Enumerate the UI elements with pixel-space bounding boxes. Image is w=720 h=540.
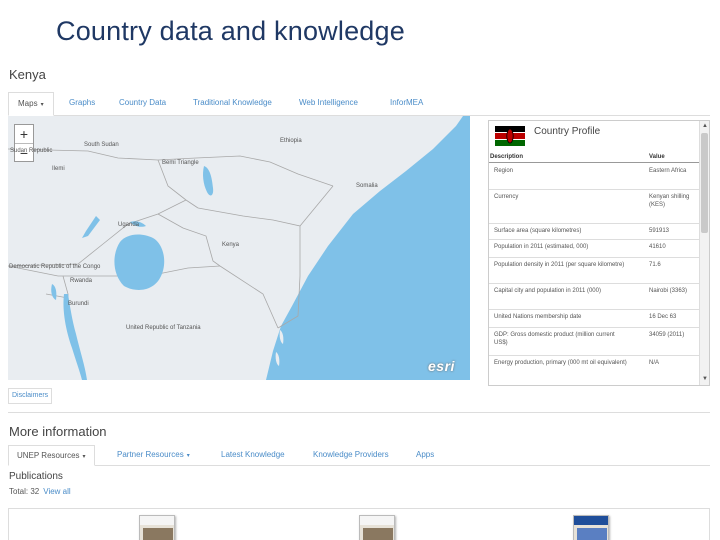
more-info-tabs: UNEP Resources ▾ Partner Resources ▾ Lates…	[8, 445, 710, 466]
lake-albert	[82, 216, 100, 238]
profile-column-headers: Description Value	[489, 153, 699, 163]
disclaimers-link[interactable]: Disclaimers	[8, 388, 53, 404]
country-title: Kenya	[9, 67, 46, 82]
tab-unep-resources[interactable]: UNEP Resources ▾	[8, 445, 95, 466]
profile-header: Country Profile	[489, 121, 699, 151]
chevron-down-icon: ▾	[82, 454, 86, 460]
map-label-south-sudan: South Sudan	[84, 142, 119, 148]
country-tabs: Maps ▾ Graphs Country Data Traditional Kn…	[8, 92, 710, 116]
profile-row-description: Capital city and population in 2011 (000…	[494, 288, 601, 294]
more-information-heading: More information	[9, 424, 107, 439]
profile-row: Population density in 2011 (per square k…	[489, 258, 699, 284]
map-label-burundi: Burundi	[68, 301, 89, 307]
tab-knowledge-providers[interactable]: Knowledge Providers	[313, 445, 389, 466]
publications-total: Total: 32 View all	[9, 487, 71, 496]
chevron-down-icon: ▾	[40, 102, 44, 108]
profile-row-value: 41610	[649, 244, 666, 250]
tab-unep-resources-label: UNEP Resources	[17, 451, 80, 460]
scroll-up-icon[interactable]: ▲	[701, 122, 709, 130]
profile-row-description: Energy production, primary (000 mt oil e…	[494, 360, 627, 366]
lake-victoria	[114, 234, 165, 290]
map-zoom-control: + −	[14, 124, 34, 162]
country-borders	[8, 148, 334, 331]
profile-row-value: 71.6	[649, 262, 661, 268]
publication-thumbnail[interactable]	[573, 515, 609, 540]
profile-row-value: 34059 (2011)	[649, 332, 685, 338]
tab-apps[interactable]: Apps	[416, 445, 434, 466]
kenya-flag-icon	[495, 126, 525, 146]
view-all-link[interactable]: View all	[43, 487, 70, 496]
scroll-down-icon[interactable]: ▼	[701, 375, 709, 383]
publication-thumbnail[interactable]	[359, 515, 395, 540]
map-label-kenya: Kenya	[222, 242, 240, 248]
country-profile-panel: Country Profile Description Value Region…	[488, 120, 710, 386]
scroll-thumb[interactable]	[701, 133, 708, 233]
tab-partner-resources-label: Partner Resources	[117, 450, 184, 459]
tab-maps[interactable]: Maps ▾	[8, 92, 54, 116]
map-label-rwanda: Rwanda	[70, 278, 93, 284]
profile-title: Country Profile	[534, 126, 601, 137]
section-divider	[8, 412, 710, 413]
profile-row-description: Population in 2011 (estimated, 000)	[494, 244, 589, 250]
tab-latest-knowledge[interactable]: Latest Knowledge	[221, 445, 285, 466]
col-description-header: Description	[490, 154, 524, 160]
tab-country-data[interactable]: Country Data	[119, 92, 166, 116]
indian-ocean	[266, 116, 470, 380]
map-label-drc: Democratic Republic of the Congo	[9, 264, 101, 270]
map-label-uganda: Uganda	[118, 222, 140, 228]
profile-row: Capital city and population in 2011 (000…	[489, 284, 699, 310]
profile-row-value: 591913	[649, 228, 670, 234]
publications-heading: Publications	[9, 471, 63, 482]
profile-row-value: Eastern Africa	[649, 168, 687, 174]
profile-row-description: Population density in 2011 (per square k…	[494, 262, 625, 268]
profile-row-value: 16 Dec 63	[649, 314, 677, 320]
esri-logo: esri	[428, 358, 455, 374]
zoom-in-button[interactable]: +	[15, 125, 33, 143]
map-label-bemi-triangle: Bemi Triangle	[162, 160, 199, 166]
map-canvas	[8, 116, 470, 380]
profile-row-description: GDP: Gross domestic product (million cur…	[494, 332, 615, 346]
map-label-somalia: Somalia	[356, 183, 378, 189]
profile-row: United Nations membership date 16 Dec 63	[489, 310, 699, 328]
map-label-ethiopia: Ethiopia	[280, 138, 302, 144]
profile-row: Region Eastern Africa	[489, 164, 699, 190]
profile-row-value: Kenyan shilling (KES)	[649, 194, 690, 208]
profile-row-value: N/A	[649, 360, 660, 366]
chevron-down-icon: ▾	[186, 453, 190, 459]
profile-row: Currency Kenyan shilling (KES)	[489, 190, 699, 224]
map-label-ilemi: Ilemi	[52, 166, 65, 172]
tab-maps-label: Maps	[18, 99, 38, 108]
profile-row-description: Currency	[494, 194, 519, 200]
publications-card-strip	[8, 508, 710, 540]
profile-row: Population in 2011 (estimated, 000) 4161…	[489, 240, 699, 258]
profile-row-description: Region	[494, 168, 514, 174]
profile-row-description: United Nations membership date	[494, 314, 582, 320]
tab-partner-resources[interactable]: Partner Resources ▾	[117, 445, 190, 466]
lake-kivu	[51, 284, 57, 300]
profile-scrollbar[interactable]: ▲ ▼	[699, 121, 709, 385]
map-label-sudan-republic: Sudan Republic	[10, 148, 53, 154]
profile-row-value: Nairobi (3363)	[649, 288, 688, 294]
profile-row: Surface area (square kilometres) 591913	[489, 224, 699, 240]
tab-web-intelligence[interactable]: Web Intelligence	[299, 92, 358, 116]
profile-row: GDP: Gross domestic product (million cur…	[489, 328, 699, 356]
tab-traditional-knowledge[interactable]: Traditional Knowledge	[193, 92, 272, 116]
lake-turkana	[203, 166, 214, 196]
col-value-header: Value	[649, 154, 665, 160]
tab-informea[interactable]: InforMEA	[390, 92, 423, 116]
profile-row: Energy production, primary (000 mt oil e…	[489, 356, 699, 385]
country-map[interactable]	[8, 116, 470, 380]
tab-graphs[interactable]: Graphs	[69, 92, 95, 116]
map-label-tanzania: United Republic of Tanzania	[126, 325, 201, 331]
publication-thumbnail[interactable]	[139, 515, 175, 540]
slide-title: Country data and knowledge	[56, 16, 405, 46]
publications-total-count: Total: 32	[9, 487, 40, 496]
profile-row-description: Surface area (square kilometres)	[494, 228, 582, 234]
